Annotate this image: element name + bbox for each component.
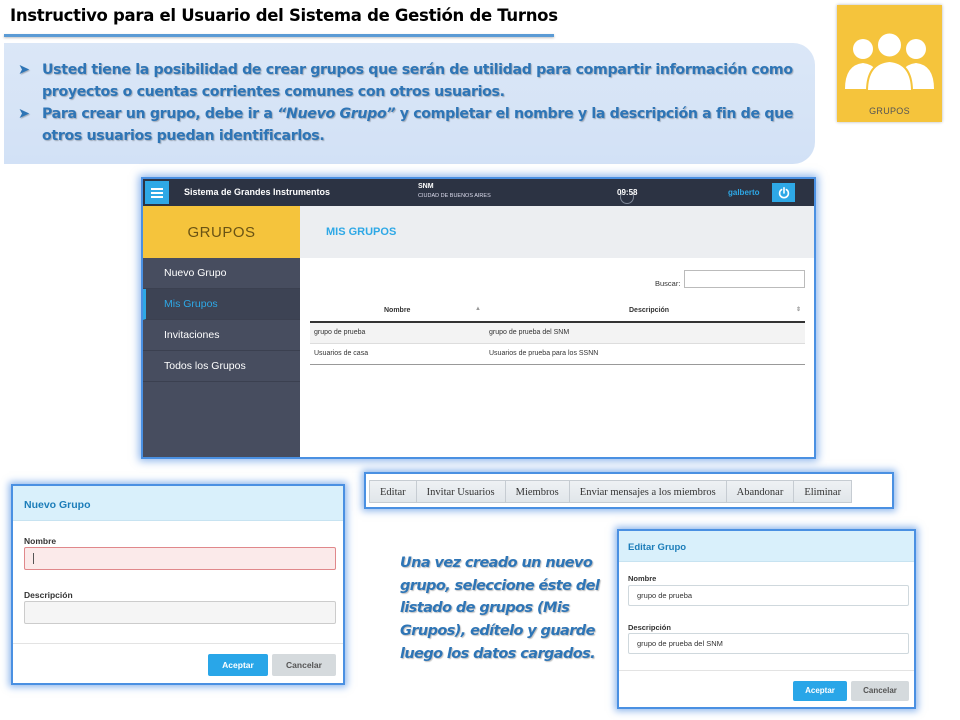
text-caret xyxy=(33,553,34,564)
bullet-text: Para crear un grupo, debe ir a “Nuevo Gr… xyxy=(42,104,798,147)
sort-both-icon: ⇕ xyxy=(795,307,801,313)
nuevo-grupo-dialog: Nuevo Grupo Nombre Descripción Aceptar C… xyxy=(11,484,345,685)
dialog-title: Nuevo Grupo xyxy=(13,486,343,521)
editar-button[interactable]: Editar xyxy=(369,480,417,503)
power-button[interactable] xyxy=(772,183,795,202)
column-header-label: Nombre xyxy=(384,306,411,314)
main-content: MIS GRUPOS Buscar: Nombre ▲ Descripción ⇕ … xyxy=(300,206,814,457)
user-link[interactable]: galberto xyxy=(728,188,760,197)
dialog-divider xyxy=(13,643,343,644)
cell-descripcion: grupo de prueba del SNM xyxy=(485,322,805,344)
arrow-bullet-icon: ➤ xyxy=(18,106,30,122)
descripcion-label: Descripción xyxy=(24,590,73,600)
page-title: MIS GRUPOS xyxy=(300,206,814,258)
table-row[interactable]: Usuarios de casa Usuarios de prueba para… xyxy=(310,343,805,365)
cell-nombre: grupo de prueba xyxy=(310,322,485,344)
bullet-text: Usted tiene la posibilidad de crear grup… xyxy=(42,62,793,100)
nombre-label: Nombre xyxy=(24,536,57,546)
aceptar-button[interactable]: Aceptar xyxy=(208,654,268,676)
people-group-icon xyxy=(845,31,934,92)
dialog-title: Editar Grupo xyxy=(619,531,914,562)
descripcion-field[interactable] xyxy=(24,601,336,624)
descripcion-label: Descripción xyxy=(628,623,671,632)
column-header-label: Descripción xyxy=(629,306,670,314)
search-input[interactable] xyxy=(684,270,805,288)
instruction-callout: Una vez creado un nuevo grupo, seleccion… xyxy=(400,555,600,662)
bullet-emphasis: “Nuevo Grupo” xyxy=(277,106,396,122)
title-underline xyxy=(4,34,554,37)
bullet-item: ➤ Usted tiene la posibilidad de crear gr… xyxy=(18,60,798,103)
editar-grupo-dialog: Editar Grupo Nombre grupo de prueba Desc… xyxy=(617,529,916,709)
clock-time: 09:58 xyxy=(617,188,638,197)
sort-asc-icon: ▲ xyxy=(475,306,481,312)
cancelar-button[interactable]: Cancelar xyxy=(851,681,909,701)
group-action-toolbar: Editar Invitar Usuarios Miembros Enviar … xyxy=(364,472,894,509)
eliminar-button[interactable]: Eliminar xyxy=(793,480,853,503)
nombre-field[interactable] xyxy=(24,547,336,570)
intro-box: ➤ Usted tiene la posibilidad de crear gr… xyxy=(4,43,815,164)
app-title: Sistema de Grandes Instrumentos xyxy=(184,187,331,197)
hamburger-menu-icon[interactable] xyxy=(145,181,169,204)
groups-table: Nombre ▲ Descripción ⇕ grupo de prueba gru… xyxy=(310,299,805,365)
sidebar-item-mis-grupos[interactable]: Mis Grupos xyxy=(143,289,300,320)
org-name: SNM xyxy=(418,183,434,190)
miembros-button[interactable]: Miembros xyxy=(504,480,570,503)
sidebar-item-todos-los-grupos[interactable]: Todos los Grupos xyxy=(143,351,300,382)
bullet-text-before: Para crear un grupo, debe ir a xyxy=(42,106,278,122)
power-icon xyxy=(778,186,789,198)
column-header-descripcion[interactable]: Descripción ⇕ xyxy=(485,299,805,323)
groups-tile-label: GRUPOS xyxy=(869,106,910,116)
nombre-label: Nombre xyxy=(628,574,657,583)
sidebar-item-nuevo-grupo[interactable]: Nuevo Grupo xyxy=(143,258,300,289)
bullet-item: ➤ Para crear un grupo, debe ir a “Nuevo … xyxy=(18,104,798,147)
dialog-divider xyxy=(619,670,914,671)
abandonar-button[interactable]: Abandonar xyxy=(725,480,795,503)
column-header-nombre[interactable]: Nombre ▲ xyxy=(310,299,485,323)
nombre-field[interactable]: grupo de prueba xyxy=(628,585,909,606)
org-city: CIUDAD DE BUENOS AIRES xyxy=(418,193,491,199)
app-topbar: Sistema de Grandes Instrumentos SNM CIUD… xyxy=(143,179,814,206)
invitar-usuarios-button[interactable]: Invitar Usuarios xyxy=(415,480,506,503)
sidebar: GRUPOS Nuevo Grupo Mis Grupos Invitacion… xyxy=(143,206,300,457)
toolbar-row: Editar Invitar Usuarios Miembros Enviar … xyxy=(369,480,853,503)
arrow-bullet-icon: ➤ xyxy=(18,62,30,78)
sidebar-item-invitaciones[interactable]: Invitaciones xyxy=(143,320,300,351)
cell-descripcion: Usuarios de prueba para los SSNN xyxy=(485,343,805,365)
table-row[interactable]: grupo de prueba grupo de prueba del SNM xyxy=(310,322,805,344)
sidebar-header: GRUPOS xyxy=(143,206,300,258)
aceptar-button[interactable]: Aceptar xyxy=(793,681,847,701)
slide-title: Instructivo para el Usuario del Sistema … xyxy=(10,6,558,25)
enviar-mensajes-button[interactable]: Enviar mensajes a los miembros xyxy=(568,480,727,503)
search-label: Buscar: xyxy=(655,279,681,288)
groups-tile: GRUPOS xyxy=(837,5,942,122)
app-screenshot: Sistema de Grandes Instrumentos SNM CIUD… xyxy=(141,177,816,459)
cell-nombre: Usuarios de casa xyxy=(310,343,485,365)
descripcion-field[interactable]: grupo de prueba del SNM xyxy=(628,633,909,654)
cancelar-button[interactable]: Cancelar xyxy=(272,654,336,676)
